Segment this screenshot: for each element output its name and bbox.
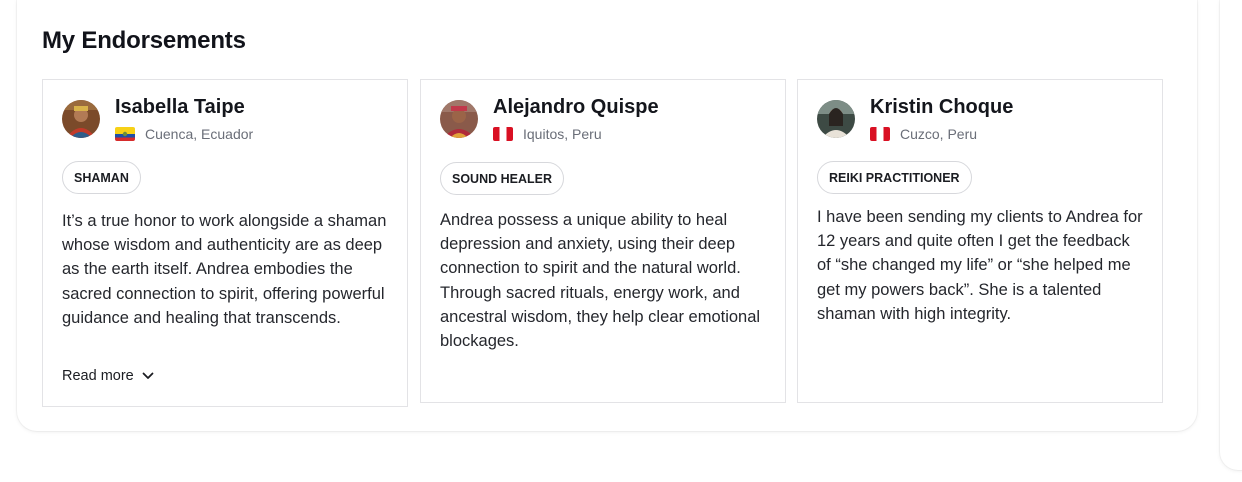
endorsement-card: Kristin Choque Cuzco, Peru REIKI PRACTIT… [797,79,1163,403]
endorsement-quote: Andrea possess a unique ability to heal … [440,211,761,351]
avatar [817,100,855,138]
endorser-name: Kristin Choque [870,96,1014,118]
endorsement-card: Alejandro Quispe Iquitos, Peru SOUND HEA… [420,79,786,403]
endorsement-quote: It’s a true honor to work alongside a sh… [62,212,387,327]
chevron-down-icon [142,372,154,379]
endorser-name: Isabella Taipe [115,96,245,118]
location-text: Cuenca, Ecuador [145,126,254,142]
read-more-link[interactable]: Read more [62,368,154,384]
role-badge: SOUND HEALER [440,162,565,195]
location-text: Iquitos, Peru [523,126,602,142]
peru-flag-icon [493,127,513,141]
read-more-label: Read more [62,368,134,384]
location-text: Cuzco, Peru [900,126,978,142]
endorser-location: Cuenca, Ecuador [115,126,253,142]
section-title: My Endorsements [42,27,246,54]
endorser-location: Iquitos, Peru [493,126,602,142]
avatar [62,100,100,138]
endorsement-quote: I have been sending my clients to Andrea… [817,208,1143,323]
adjacent-panel-edge [1220,0,1242,470]
role-badge: SHAMAN [62,161,141,194]
endorser-location: Cuzco, Peru [870,126,977,142]
avatar [440,100,478,138]
peru-flag-icon [870,127,890,141]
endorsement-card: Isabella Taipe Cuenca, Ecuador SHAMAN It… [42,79,408,407]
role-badge: REIKI PRACTITIONER [817,161,972,194]
ecuador-flag-icon [115,127,135,141]
endorser-name: Alejandro Quispe [493,96,659,118]
